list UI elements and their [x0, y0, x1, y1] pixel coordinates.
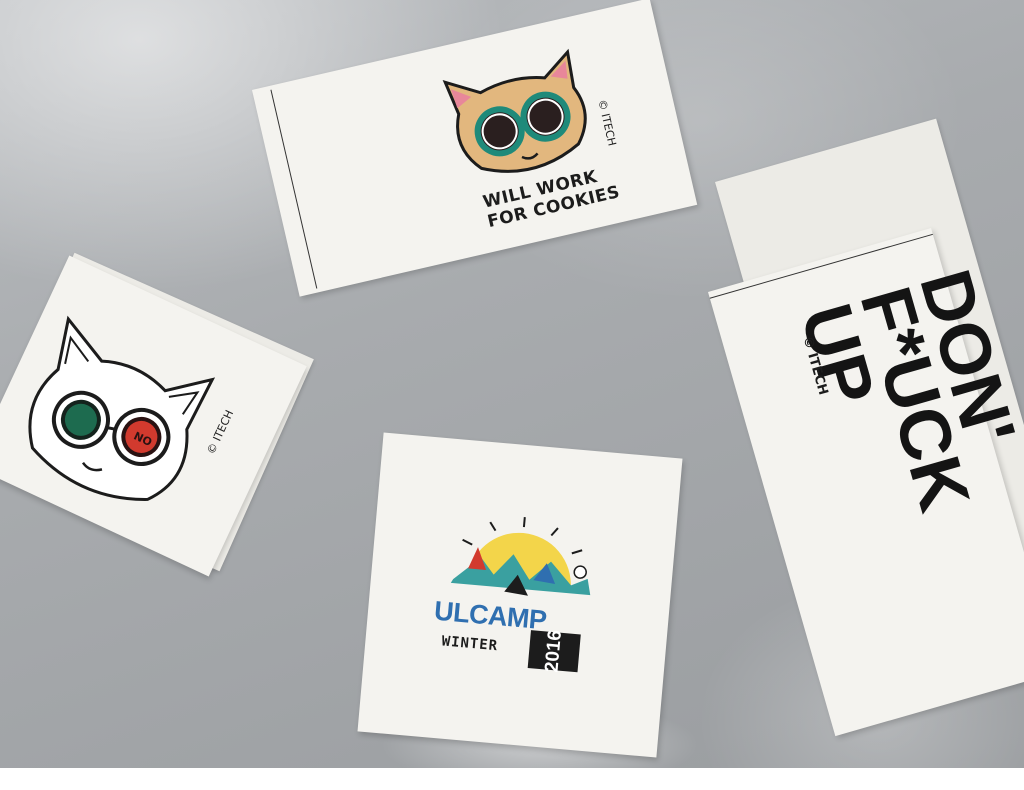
dont-fuck-up-text: DON' F*UCK UP — [785, 262, 1024, 534]
sticker-ulcamp-winter-2016: ULCAMP WINTER 2016 — [357, 432, 683, 758]
ulcamp-year-badge: 2016 — [527, 629, 581, 673]
ulcamp-subtitle: WINTER — [440, 633, 499, 655]
